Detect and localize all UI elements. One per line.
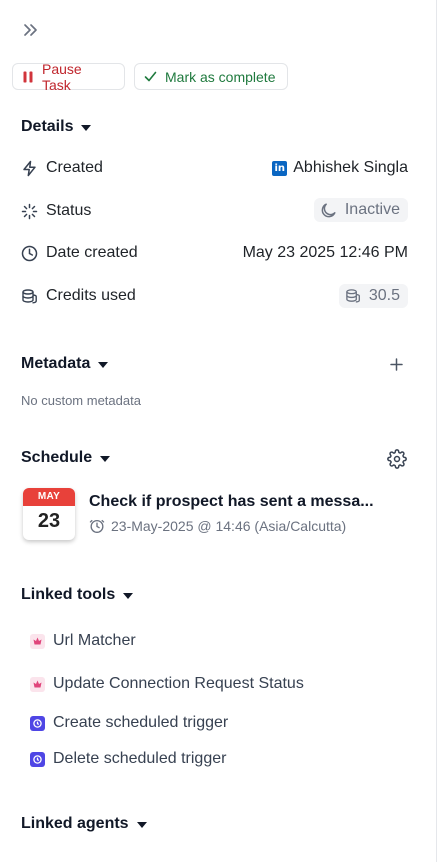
clock-icon (21, 245, 38, 261)
linked-tool-item[interactable]: Update Connection Request Status (30, 675, 304, 693)
caret-down-icon (81, 125, 92, 131)
lightning-icon (23, 160, 36, 176)
linked-tools-section-toggle[interactable]: Linked tools (21, 586, 134, 604)
coins-icon (22, 288, 37, 303)
calendar-icon: MAY 23 (23, 488, 75, 540)
details-section-toggle[interactable]: Details (21, 118, 92, 136)
pause-icon (23, 71, 33, 82)
caret-down-icon (100, 456, 111, 462)
credits-badge: 30.5 (338, 284, 408, 308)
chevrons-right-icon (24, 24, 37, 36)
pause-task-button[interactable]: Pause Task (12, 60, 125, 93)
linked-agents-section-toggle[interactable]: Linked agents (21, 815, 147, 833)
linked-tool-item[interactable]: Create scheduled trigger (30, 714, 228, 732)
credits-used-value: 30.5 (338, 284, 408, 308)
status-badge: Inactive (313, 198, 408, 222)
lotus-icon (30, 633, 45, 649)
status-text: Inactive (344, 201, 400, 218)
created-by-name: Abhishek Singla (293, 159, 408, 176)
linked-tool-label: Update Connection Request Status (53, 675, 304, 692)
lotus-icon (30, 676, 45, 692)
created-row-label: Created (21, 159, 103, 177)
clock-badge-icon (30, 715, 45, 731)
linked-tool-label: Url Matcher (53, 632, 136, 649)
metadata-title: Metadata (21, 355, 91, 372)
caret-down-icon (98, 362, 109, 368)
date-created-value: May 23 2025 12:46 PM (242, 244, 408, 261)
linked-tool-label: Create scheduled trigger (53, 714, 229, 731)
expand-panel-button[interactable] (18, 18, 42, 42)
mark-complete-button[interactable]: Mark as complete (134, 63, 288, 90)
linkedin-icon: in (272, 160, 288, 176)
pause-task-label: Pause Task (41, 60, 82, 93)
schedule-title: Schedule (21, 449, 93, 466)
plus-icon (390, 358, 403, 371)
linked-tools-title: Linked tools (21, 586, 116, 603)
created-value[interactable]: in Abhishek Singla (272, 159, 408, 177)
caret-down-icon (123, 593, 134, 599)
details-title: Details (21, 118, 74, 135)
calendar-month: MAY (23, 488, 75, 506)
credits-row-label: Credits used (21, 287, 136, 305)
schedule-time-text: 23-May-2025 @ 14:46 (Asia/Calcutta) (111, 518, 347, 534)
schedule-section-toggle[interactable]: Schedule (21, 449, 111, 467)
no-metadata-text: No custom metadata (21, 393, 141, 408)
credits-text: 30.5 (368, 287, 400, 304)
linked-agents-title: Linked agents (21, 815, 129, 832)
linked-tool-item[interactable]: Delete scheduled trigger (30, 750, 226, 768)
status-row-label: Status (21, 202, 91, 220)
coins-icon (346, 289, 360, 303)
clock-badge-icon (30, 751, 45, 767)
date-row-label: Date created (21, 244, 138, 262)
clock-icon (89, 519, 105, 533)
status-value: Inactive (313, 198, 408, 222)
credits-used-label: Credits used (46, 287, 136, 304)
schedule-settings-button[interactable] (387, 449, 407, 469)
status-label: Status (46, 202, 92, 219)
moon-icon (321, 202, 336, 217)
calendar-day: 23 (37, 510, 61, 532)
schedule-item-title[interactable]: Check if prospect has sent a messa... (89, 493, 389, 511)
caret-down-icon (136, 822, 147, 828)
linked-tool-label: Delete scheduled trigger (53, 750, 227, 767)
task-details-panel: Pause Task Mark as complete Details Crea… (0, 0, 437, 862)
gear-icon (387, 449, 407, 469)
add-metadata-button[interactable] (388, 356, 405, 373)
date-created-label: Date created (46, 244, 138, 261)
created-label: Created (46, 159, 103, 176)
check-icon (144, 71, 157, 82)
mark-complete-label: Mark as complete (165, 68, 276, 85)
schedule-item-time: 23-May-2025 @ 14:46 (Asia/Calcutta) (89, 518, 346, 534)
linked-tool-item[interactable]: Url Matcher (30, 632, 136, 650)
metadata-section-toggle[interactable]: Metadata (21, 355, 109, 373)
loader-icon (21, 203, 38, 219)
